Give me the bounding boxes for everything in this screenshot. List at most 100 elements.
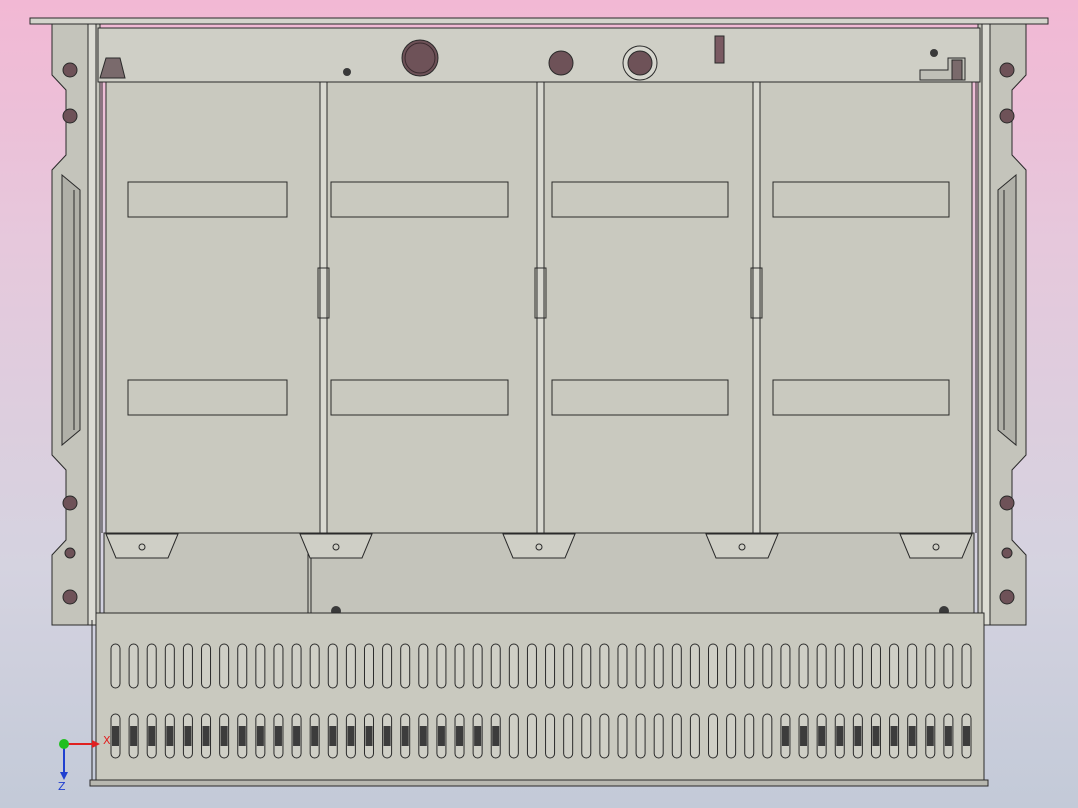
vent-slot	[219, 643, 230, 689]
vent-slot	[961, 643, 972, 689]
clip-tab	[502, 533, 576, 559]
mount-hole	[62, 108, 78, 124]
connector-hole	[401, 39, 439, 77]
vent-slot	[563, 643, 574, 689]
vent-slot	[671, 643, 682, 689]
vent-slot	[490, 643, 501, 689]
vent-slot-shadow	[274, 726, 282, 746]
vent-slot	[110, 643, 121, 689]
vent-slot	[418, 643, 429, 689]
vent-slot-shadow	[184, 726, 192, 746]
clip-tab	[299, 533, 373, 559]
vent-slot-shadow	[926, 726, 934, 746]
vent-slot-shadow	[944, 726, 952, 746]
vent-slot	[599, 643, 610, 689]
vent-slot-shadow	[492, 726, 500, 746]
vent-slot	[237, 643, 248, 689]
vent-slot-shadow	[818, 726, 826, 746]
vent-slot-shadow	[963, 726, 970, 746]
vent-slot	[526, 713, 537, 759]
vent-slot	[726, 713, 737, 759]
vent-slot-shadow	[437, 726, 445, 746]
mount-hole	[62, 589, 78, 605]
vent-slot-shadow	[401, 726, 409, 746]
vent-slot	[744, 643, 755, 689]
vent-slot-shadow	[148, 726, 156, 746]
vent-slot	[526, 643, 537, 689]
vent-slot-shadow	[256, 726, 264, 746]
vent-slot	[689, 713, 700, 759]
vent-slot	[581, 643, 592, 689]
vent-slot	[726, 643, 737, 689]
vent-slot-shadow	[474, 726, 482, 746]
vent-slot	[599, 713, 610, 759]
bay-divider	[319, 81, 328, 534]
vent-slot-shadow	[202, 726, 210, 746]
vent-slot	[852, 643, 863, 689]
vent-slot	[128, 643, 139, 689]
mount-hole	[62, 495, 78, 511]
vent-slot	[870, 643, 881, 689]
x-axis-label: X	[103, 734, 111, 747]
vent-slot	[400, 643, 411, 689]
vent-slot	[907, 643, 918, 689]
vent-slot	[581, 713, 592, 759]
mount-hole	[999, 62, 1015, 78]
vent-slot	[345, 643, 356, 689]
vent-slot-shadow	[347, 726, 355, 746]
vent-slot-shadow	[781, 726, 789, 746]
vent-slot-shadow	[419, 726, 427, 746]
vent-slot	[382, 643, 393, 689]
mount-hole	[62, 62, 78, 78]
top-flange	[29, 17, 1049, 25]
mount-hole	[999, 495, 1015, 511]
vent-slot-shadow	[908, 726, 916, 746]
vent-slot	[762, 643, 773, 689]
vent-slot-shadow	[800, 726, 808, 746]
clip-tab	[705, 533, 779, 559]
mount-hole	[999, 589, 1015, 605]
vent-slot	[834, 643, 845, 689]
vent-slot	[309, 643, 320, 689]
vent-slot	[164, 643, 175, 689]
vent-slot-shadow	[383, 726, 391, 746]
vent-slot-shadow	[365, 726, 373, 746]
vent-slot	[635, 643, 646, 689]
vent-slot	[671, 713, 682, 759]
vent-slot	[780, 643, 791, 689]
vent-slot	[508, 643, 519, 689]
vent-slot	[744, 713, 755, 759]
bay-divider	[536, 81, 545, 534]
rear-rail	[97, 27, 981, 83]
vent-slot-shadow	[112, 726, 119, 746]
vent-slot	[816, 643, 827, 689]
vent-slot	[472, 643, 483, 689]
vent-slot	[454, 643, 465, 689]
cad-viewport[interactable]: X Z	[0, 0, 1078, 808]
vent-slot	[617, 643, 628, 689]
vent-slot	[182, 643, 193, 689]
vent-slot	[363, 643, 374, 689]
vent-slot	[708, 643, 719, 689]
vent-slot-shadow	[890, 726, 898, 746]
vent-slot	[689, 643, 700, 689]
vent-slot-shadow	[130, 726, 138, 746]
vent-slot-shadow	[311, 726, 319, 746]
vent-slot	[563, 713, 574, 759]
vent-slot-shadow	[220, 726, 228, 746]
bay-divider	[752, 81, 761, 534]
vent-slot-shadow	[166, 726, 174, 746]
connector-hole	[627, 50, 653, 76]
vent-slot	[889, 643, 900, 689]
vent-slot	[327, 643, 338, 689]
vent-slot	[708, 713, 719, 759]
vent-slot	[508, 713, 519, 759]
vent-slot	[201, 643, 212, 689]
vent-slot	[653, 713, 664, 759]
z-axis-label: Z	[58, 780, 66, 793]
mount-hole	[1001, 547, 1013, 559]
mount-hole	[999, 108, 1015, 124]
vent-slot	[291, 643, 302, 689]
vent-slot	[653, 643, 664, 689]
vent-slot	[925, 643, 936, 689]
